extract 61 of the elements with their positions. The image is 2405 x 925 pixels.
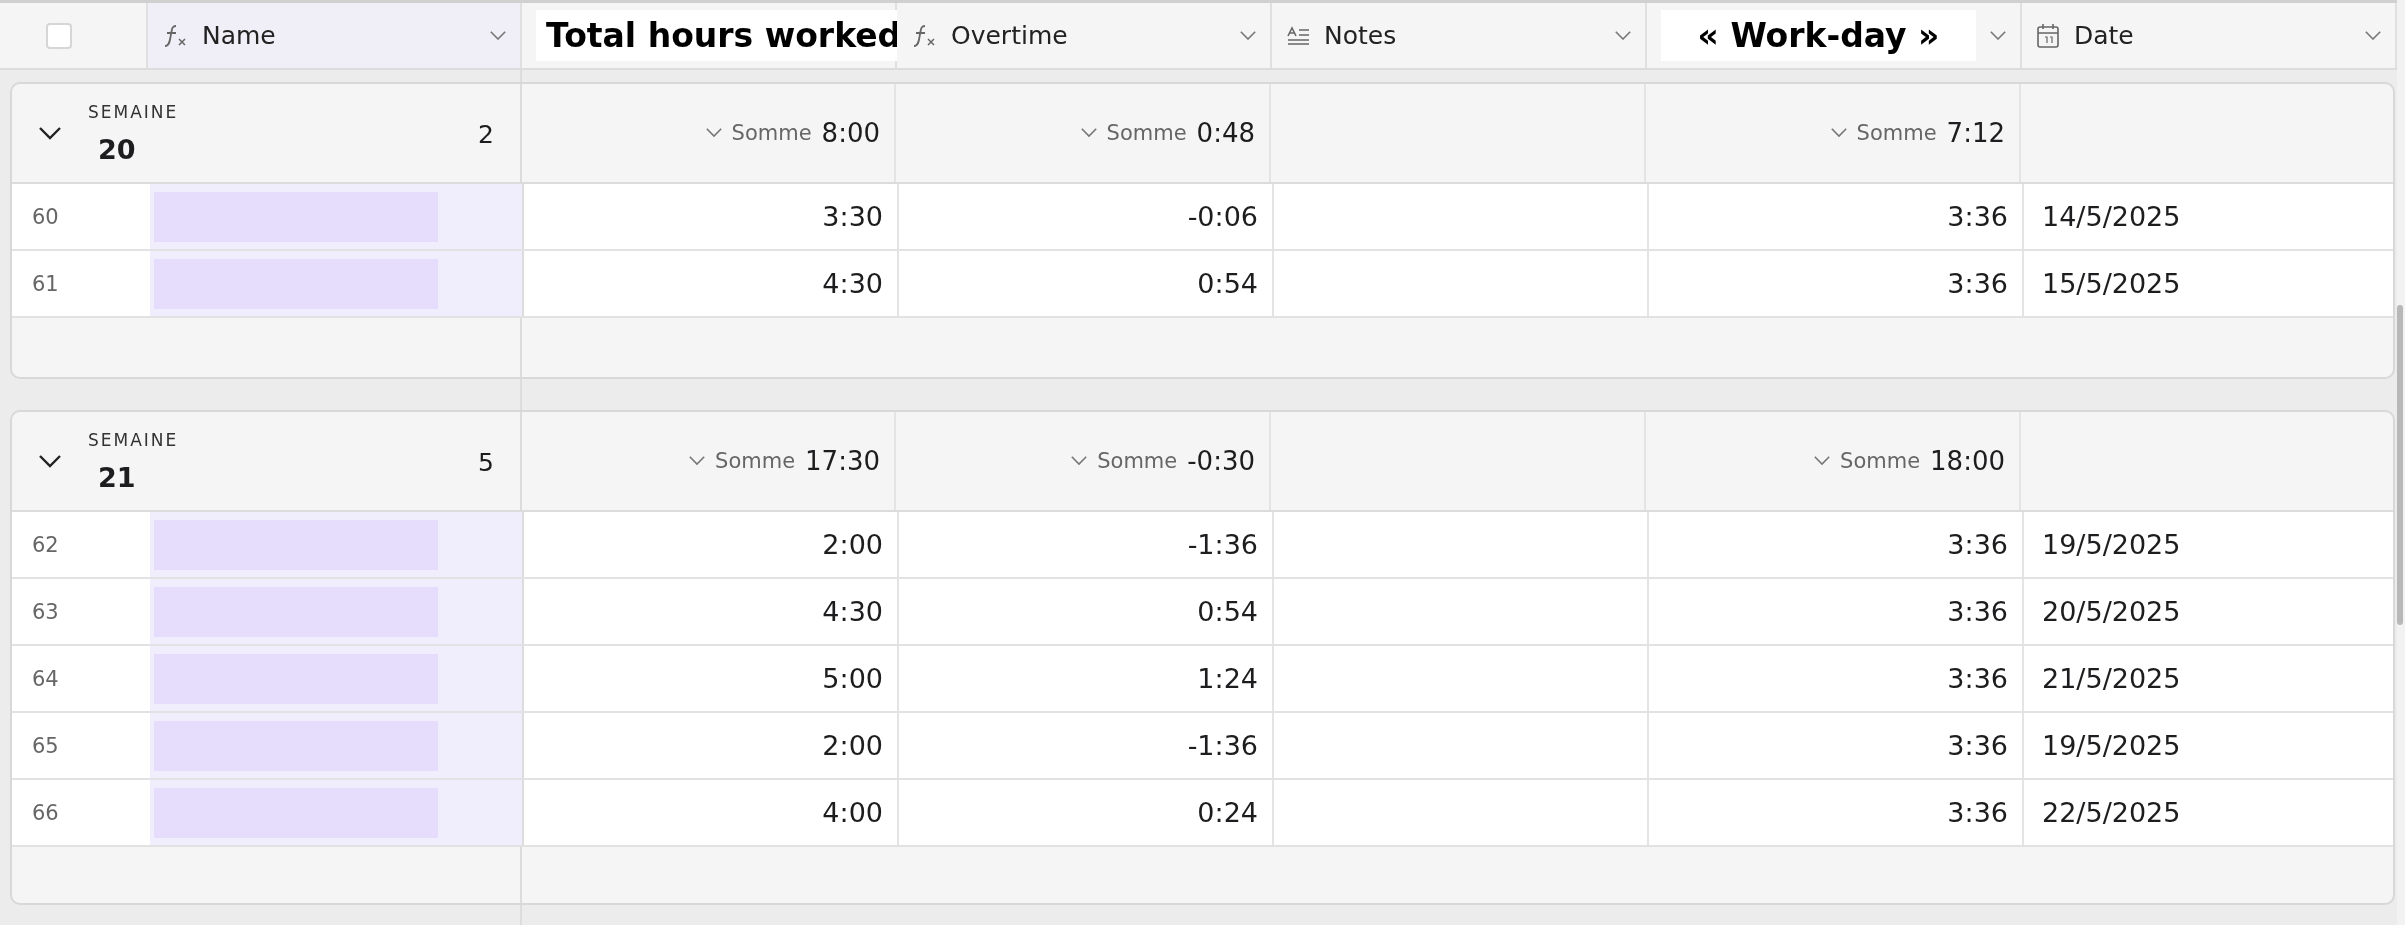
table-cell: -0:06 (899, 184, 1274, 250)
formula-icon (911, 23, 937, 48)
calendar-icon (2036, 22, 2060, 49)
summary-value: 7:12 (1946, 118, 2005, 149)
table-cell: 1:24 (899, 646, 1274, 712)
table-cell: 3:30 (524, 184, 899, 250)
group-label: SEMAINE (88, 429, 180, 450)
summary-label: Somme (731, 121, 812, 146)
summary-label: Somme (1106, 121, 1187, 146)
table-cell: 3:36 (1649, 646, 2024, 712)
summary-value: 8:00 (821, 118, 880, 149)
group-label: SEMAINE (88, 101, 180, 122)
table-cell: 2:00 (524, 713, 899, 779)
table-cell: 3:36 (1649, 251, 2024, 317)
table-cell: 5:00 (524, 646, 899, 712)
row-number: 62 (31, 531, 60, 559)
column-title: Notes (1324, 21, 1398, 51)
table-cell: -1:36 (899, 512, 1274, 578)
row-number: 61 (31, 270, 60, 298)
record-count: 5 (478, 448, 494, 478)
column-title: Name (202, 21, 277, 51)
select-all-checkbox[interactable] (46, 22, 72, 49)
table-cell: 3:36 (1649, 184, 2024, 250)
table-cell: 2:00 (524, 512, 899, 578)
table-cell: 3:36 (1649, 579, 2024, 645)
chevron-down-icon[interactable] (38, 125, 62, 142)
row-number: 63 (31, 598, 60, 626)
chevron-down-icon[interactable] (38, 453, 62, 470)
summary-value: -0:30 (1187, 446, 1255, 477)
row-number: 64 (31, 665, 60, 693)
column-title: « Work-day » (1661, 10, 1976, 62)
scrollbar-thumb[interactable] (2397, 305, 2403, 625)
summary-value: 17:30 (805, 446, 880, 477)
table-cell: 4:30 (524, 579, 899, 645)
record-count: 2 (478, 120, 494, 150)
table-cell: 4:00 (524, 780, 899, 846)
column-title: Overtime (951, 21, 1069, 51)
group-value: 21 (98, 461, 137, 493)
row-number: 60 (31, 203, 60, 231)
text-lines-icon (1286, 25, 1310, 46)
table-cell: -1:36 (899, 713, 1274, 779)
summary-value: 0:48 (1196, 118, 1255, 149)
row-number: 65 (31, 732, 60, 760)
summary-label: Somme (715, 449, 796, 474)
table-cell: 3:36 (1649, 780, 2024, 846)
row-number: 66 (31, 799, 60, 827)
summary-label: Somme (1856, 121, 1937, 146)
table-cell: 4:30 (524, 251, 899, 317)
column-title: Date (2074, 21, 2135, 51)
summary-label: Somme (1840, 449, 1921, 474)
table-cell: 3:36 (1649, 512, 2024, 578)
table-cell: 0:24 (899, 780, 1274, 846)
formula-icon (162, 23, 188, 48)
column-header[interactable]: Overtime (897, 3, 1272, 69)
table-cell: 0:54 (899, 251, 1274, 317)
summary-value: 18:00 (1930, 446, 2005, 477)
table-cell: 3:36 (1649, 713, 2024, 779)
summary-label: Somme (1097, 449, 1178, 474)
column-header[interactable]: Name (148, 3, 522, 69)
group-value: 20 (98, 133, 137, 165)
table-cell: 0:54 (899, 579, 1274, 645)
